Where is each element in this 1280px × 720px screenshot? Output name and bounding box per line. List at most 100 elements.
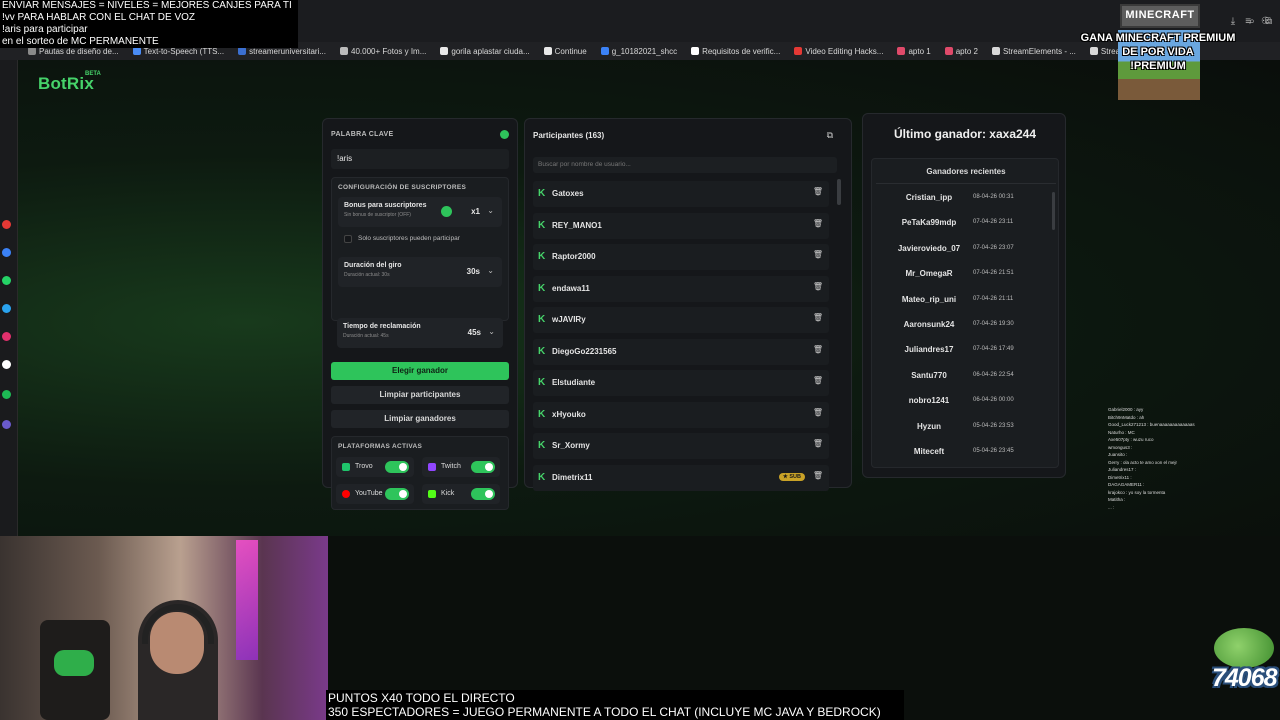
claim-title: Tiempo de reclamación (343, 323, 421, 330)
bookmark-icon (600, 47, 609, 55)
winner-name: Aaronsunk24 (903, 320, 955, 329)
bookmark-icon (991, 47, 1000, 55)
bookmark-item[interactable]: Continue (543, 47, 587, 56)
copy-icon[interactable]: ⧉ (827, 130, 833, 141)
subs-only-checkbox[interactable] (344, 235, 352, 243)
kick-icon: K (538, 251, 546, 262)
clear-participants-button[interactable]: Limpiar participantes (331, 386, 509, 404)
bonus-toggle-icon[interactable] (441, 206, 452, 217)
bookmark-item[interactable]: apto 1 (897, 46, 931, 56)
bonus-select[interactable]: x1 (471, 207, 480, 216)
bookmark-item[interactable]: StreamElements - ... (991, 47, 1076, 56)
trash-icon[interactable]: 🗑 (813, 408, 823, 417)
trovo-toggle[interactable] (385, 461, 409, 473)
chat-message: wmongus3 : (1108, 444, 1133, 450)
spin-subtitle: Duración actual: 30s (344, 272, 390, 278)
chevron-down-icon[interactable]: ⌄ (487, 266, 494, 275)
trash-icon[interactable]: 🗑 (813, 282, 823, 291)
menu-icon[interactable]: ≡ (1245, 16, 1251, 27)
participant-row[interactable]: K Dimetrix11 ★ SUB 🗑 (533, 464, 829, 491)
trash-icon[interactable]: 🗑 (813, 219, 823, 228)
bookmark-item[interactable]: Requisitos de verific... (691, 47, 780, 56)
kick-icon: K (538, 314, 546, 325)
platform-youtube[interactable]: YouTube (336, 484, 414, 504)
pick-winner-button[interactable]: Elegir ganador (331, 362, 509, 380)
winner-row: Juliandres17 07-04-26 17:49 (875, 339, 1051, 362)
participant-row[interactable]: KxHyouko 🗑 (533, 401, 829, 428)
profile-icon[interactable]: ⚇ (1261, 16, 1270, 27)
instagram-icon[interactable] (2, 332, 11, 341)
trash-icon[interactable]: 🗑 (813, 313, 823, 322)
spin-duration-row[interactable]: Duración del giro Duración actual: 30s 3… (338, 257, 502, 287)
bookmark-label: apto 1 (908, 46, 931, 56)
chat-message: Juliandres17 : (1108, 467, 1137, 472)
app-icon[interactable] (2, 248, 11, 257)
claim-select[interactable]: 45s (468, 328, 481, 337)
promo-line: GANA MINECRAFT PREMIUM (1080, 32, 1236, 44)
app-logo[interactable]: BotRix (38, 74, 94, 94)
trash-icon[interactable]: 🗑 (813, 471, 823, 480)
platform-kick[interactable]: Kick (422, 484, 500, 504)
clear-winners-button[interactable]: Limpiar ganadores (331, 410, 509, 428)
participant-row[interactable]: K REY_MANO1 🗑 (533, 212, 829, 239)
chat-message: Axe507pty : wuzu ruco (1108, 437, 1154, 442)
participant-name: Elstudiante (552, 378, 596, 387)
participant-row[interactable]: K Sr_Xormy 🗑 (533, 433, 829, 459)
whatsapp-icon[interactable] (2, 276, 11, 285)
bookmark-label: Requisitos de verific... (702, 46, 781, 56)
participant-row[interactable]: K Gatoxes 🗑 (533, 181, 829, 207)
winner-date: 07-04-26 17:49 (973, 346, 1014, 353)
promo-line: DE POR VIDA (1122, 46, 1194, 58)
winner-row: Javieroviedo_07 07-04-26 23:07 (875, 237, 1051, 260)
kick-icon: K (538, 219, 546, 231)
subs-only-row[interactable]: Solo suscriptores pueden participar (338, 231, 502, 247)
trash-icon[interactable]: 🗑 (813, 439, 823, 448)
app-icon[interactable] (2, 220, 11, 229)
trash-icon[interactable]: 🗑 (813, 345, 823, 354)
chevron-down-icon[interactable]: ⌄ (487, 206, 494, 215)
kick-icon: K (538, 408, 546, 420)
spin-select[interactable]: 30s (467, 267, 480, 276)
telegram-icon[interactable] (2, 304, 11, 313)
participant-row[interactable]: K Raptor2000 🗑 (533, 244, 829, 270)
info-icon[interactable] (500, 130, 509, 139)
bookmark-item[interactable]: g_10182021_shcc (600, 46, 678, 56)
kick-toggle[interactable] (471, 488, 495, 500)
participant-row[interactable]: KwJAVIRy 🗑 (533, 307, 829, 333)
winner-name: Hyzun (917, 421, 941, 431)
trash-icon[interactable]: 🗑 (813, 187, 823, 196)
participant-row[interactable]: K DiegoGo2231565 🗑 (533, 338, 829, 365)
platform-twitch[interactable]: Twitch (422, 457, 500, 477)
youtube-toggle[interactable] (385, 488, 409, 500)
chevron-down-icon[interactable]: ⌄ (488, 327, 495, 336)
bookmark-item[interactable]: 40.000+ Fotos y Im... (340, 47, 426, 56)
divider (876, 183, 1056, 184)
bookmark-item[interactable]: apto 2 (944, 47, 978, 56)
twitch-toggle[interactable] (471, 461, 495, 473)
subscriber-bonus-row[interactable]: Bonus para suscriptores Sin bonus de sus… (338, 197, 502, 227)
participants-scrollbar[interactable] (837, 179, 841, 205)
pepe-emote (1214, 628, 1274, 668)
stream-overlay-bottom: PUNTOS X40 TODO EL DIRECTO 350 ESPECTADO… (326, 690, 904, 720)
keyword-input[interactable]: !aris (331, 149, 509, 169)
platform-trovo[interactable]: Trovo (336, 457, 414, 477)
participant-row[interactable]: K Elstudiante 🗑 (533, 370, 829, 396)
claim-time-row[interactable]: Tiempo de reclamación Duración actual: 4… (337, 318, 503, 348)
app-icon[interactable] (2, 420, 11, 429)
participants-search-input[interactable]: Buscar por nombre de usuario... (533, 157, 837, 173)
spotify-icon[interactable] (2, 390, 11, 399)
x-icon[interactable] (2, 360, 11, 369)
download-icon[interactable]: ⤓ (1231, 16, 1235, 27)
winner-date: 07-04-26 23:11 (973, 219, 1014, 226)
participant-name: Sr_Xormy (552, 441, 590, 450)
trash-icon[interactable]: 🗑 (813, 376, 823, 385)
bookmark-item[interactable]: gorila aplastar ciuda... (440, 47, 530, 56)
chat-message: DAGAGAMER11 : (1108, 482, 1145, 487)
winners-scrollbar[interactable] (1052, 192, 1055, 230)
participant-row[interactable]: Kendawa11 🗑 (533, 275, 829, 302)
kick-icon: K (538, 345, 546, 357)
bookmark-icon (794, 47, 803, 55)
trash-icon[interactable]: 🗑 (813, 250, 823, 259)
bookmark-label: g_10182021_shcc (611, 46, 678, 56)
bookmark-item[interactable]: Video Editing Hacks... (794, 47, 883, 56)
